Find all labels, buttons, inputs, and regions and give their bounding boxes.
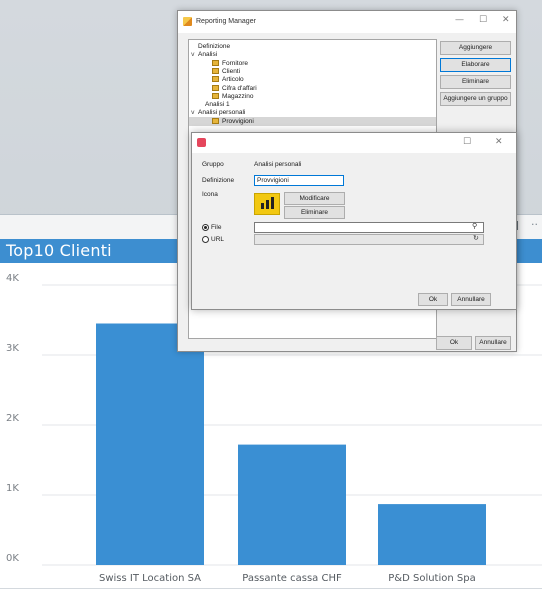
- report-icon: [212, 76, 219, 83]
- dialog-titlebar: ☐ ✕: [192, 133, 516, 153]
- url-label: URL: [211, 236, 225, 243]
- tree-item-label: Articolo: [222, 76, 244, 84]
- y-tick-label: 1K: [6, 483, 19, 494]
- icon-label: Icona: [202, 191, 218, 198]
- dialog-close-icon[interactable]: ✕: [495, 137, 503, 147]
- minimize-icon[interactable]: —: [455, 15, 464, 25]
- reporting-manager-titlebar: Reporting Manager — ☐ ✕: [178, 11, 516, 33]
- report-icon: [212, 59, 219, 66]
- close-icon[interactable]: ✕: [502, 15, 510, 25]
- tree-item-label: Provvigioni: [222, 117, 254, 125]
- window-title: Reporting Manager: [196, 18, 256, 25]
- url-input[interactable]: [254, 234, 484, 245]
- tree-item-label: Analisi 1: [205, 101, 230, 109]
- report-icon: [212, 117, 219, 124]
- add-button[interactable]: Aggiungere: [440, 41, 511, 55]
- y-tick-label: 4K: [6, 273, 19, 284]
- delete-button[interactable]: Eliminare: [440, 75, 511, 89]
- tree-item-label: Cifra d'affari: [222, 84, 257, 92]
- group-label: Gruppo: [202, 161, 224, 168]
- tree-item-label: Magazzino: [222, 92, 254, 100]
- dialog-maximize-icon[interactable]: ☐: [463, 137, 471, 147]
- definition-label: Definizione: [202, 177, 235, 184]
- add-group-button[interactable]: Aggiungere un gruppo: [440, 92, 511, 106]
- tree-item[interactable]: Provvigioni: [189, 116, 436, 126]
- bar[interactable]: [96, 323, 204, 566]
- dialog-app-icon: [197, 138, 206, 147]
- file-input[interactable]: [254, 222, 484, 233]
- tree-item-label: Analisi: [198, 51, 218, 59]
- tree-item-label: Definizione: [198, 43, 231, 50]
- group-value: Analisi personali: [254, 161, 302, 168]
- x-category-label: P&D Solution Spa: [388, 573, 475, 584]
- x-category-label: Passante cassa CHF: [242, 573, 342, 584]
- maximize-icon[interactable]: ☐: [479, 15, 487, 25]
- edit-button[interactable]: Elaborare: [440, 58, 511, 72]
- report-icon: [212, 84, 219, 91]
- tree-item-label: Fornitore: [222, 59, 249, 67]
- y-tick-label: 3K: [6, 343, 19, 354]
- browse-folder-icon[interactable]: ⚲: [472, 222, 477, 230]
- report-icon: [212, 93, 219, 100]
- app-icon: [183, 17, 192, 26]
- report-icon: [212, 68, 219, 75]
- ok-button[interactable]: Ok: [436, 336, 472, 350]
- y-tick-label: 2K: [6, 413, 19, 424]
- url-radio[interactable]: [202, 236, 209, 243]
- refresh-icon[interactable]: ↻: [473, 234, 479, 242]
- dialog-ok-button[interactable]: Ok: [418, 293, 448, 306]
- bar[interactable]: [378, 504, 486, 565]
- file-radio[interactable]: [202, 224, 209, 231]
- y-tick-label: 0K: [6, 553, 19, 564]
- modify-icon-button[interactable]: Modificare: [284, 192, 345, 205]
- powerbi-icon: [254, 193, 280, 215]
- more-options-icon[interactable]: ··: [531, 218, 538, 231]
- bar[interactable]: [238, 444, 346, 565]
- dialog-cancel-button[interactable]: Annullare: [451, 293, 491, 306]
- tree-item-label: Clienti: [222, 67, 241, 75]
- tree-item-label: Analisi personali: [198, 109, 246, 117]
- cancel-button[interactable]: Annullare: [475, 336, 511, 350]
- x-category-label: Swiss IT Location SA: [99, 573, 201, 584]
- definition-input[interactable]: Provvigioni: [254, 175, 344, 186]
- chart-title: Top10 Clienti: [6, 241, 112, 260]
- definition-dialog: ☐ ✕ Gruppo Analisi personali Definizione…: [191, 132, 517, 310]
- remove-icon-button[interactable]: Eliminare: [284, 206, 345, 219]
- file-label: File: [211, 224, 222, 231]
